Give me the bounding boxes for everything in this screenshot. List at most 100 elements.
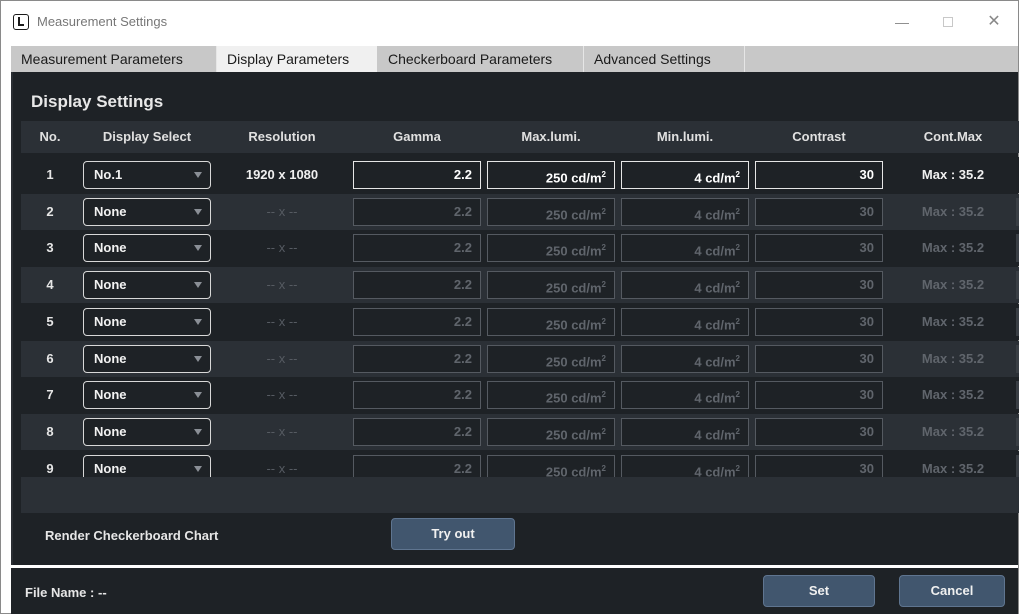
display-select-dropdown[interactable]: None xyxy=(83,307,211,336)
min-lumi-input: 4 cd/m2 xyxy=(621,234,749,263)
window-title: Measurement Settings xyxy=(37,14,168,29)
unit-exponent: 2 xyxy=(601,280,606,290)
col-header-no: No. xyxy=(39,129,61,144)
unit-label: cd/m xyxy=(571,280,602,296)
row-number: 8 xyxy=(46,423,54,439)
display-select-dropdown[interactable]: None xyxy=(83,234,211,263)
min-lumi-input: 4 cd/m2 xyxy=(621,381,749,410)
maximize-button[interactable] xyxy=(933,9,963,35)
min-lumi-input[interactable]: 4 cd/m2 xyxy=(621,161,749,189)
display-select-dropdown[interactable]: None xyxy=(83,381,211,410)
row-number: 2 xyxy=(46,203,54,219)
tab-advanced-settings[interactable]: Advanced Settings xyxy=(584,46,744,72)
measurement-settings-window: Measurement Settings — ✕ Measurement Par… xyxy=(0,0,1019,614)
footer-bar: File Name : -- Set Cancel xyxy=(11,568,1018,614)
unit-exponent: 2 xyxy=(601,463,606,473)
contrast-input: 30 xyxy=(755,307,883,336)
gamma-input[interactable]: 2.2 xyxy=(353,161,481,189)
min-lumi-value: 4 xyxy=(694,427,702,443)
max-lumi-value: 250 xyxy=(545,280,568,296)
unit-label: cd/m xyxy=(705,280,736,296)
max-lumi-value: 250 xyxy=(545,390,568,406)
display-select-value: None xyxy=(94,350,127,366)
contrast-input[interactable]: 30 xyxy=(755,161,883,189)
unit-label: cd/m xyxy=(705,353,736,369)
max-lumi-value: 250 xyxy=(545,243,568,259)
display-select-value: None xyxy=(94,277,127,293)
cont-max-value: Max : 35.2 xyxy=(921,387,985,403)
max-lumi-value: 250 xyxy=(545,207,568,223)
dropdown-arrow-icon xyxy=(194,392,202,399)
unit-exponent: 2 xyxy=(735,280,740,290)
unit-exponent: 2 xyxy=(735,463,740,473)
row-number: 5 xyxy=(46,313,54,329)
tab-measurement-parameters[interactable]: Measurement Parameters xyxy=(11,46,216,72)
unit-exponent: 2 xyxy=(601,316,606,326)
unit-label: cd/m xyxy=(571,317,602,333)
display-select-dropdown[interactable]: None xyxy=(83,344,211,373)
gamma-input: 2.2 xyxy=(353,307,481,336)
contrast-input: 30 xyxy=(755,197,883,226)
min-lumi-input: 4 cd/m2 xyxy=(621,197,749,226)
unit-label: cd/m xyxy=(705,390,736,406)
display-select-dropdown[interactable]: No.1 xyxy=(83,161,211,189)
unit-exponent: 2 xyxy=(735,206,740,216)
maximize-icon xyxy=(943,17,953,27)
dropdown-arrow-icon xyxy=(194,208,202,215)
display-select-dropdown[interactable]: None xyxy=(83,271,211,300)
max-lumi-value: 250 xyxy=(545,317,568,333)
close-button[interactable]: ✕ xyxy=(979,9,1009,35)
row-number: 7 xyxy=(46,387,54,403)
tab-display-parameters[interactable]: Display Parameters xyxy=(217,46,377,72)
section-title: Display Settings xyxy=(31,92,164,111)
file-name-value: -- xyxy=(97,585,107,600)
unit-exponent: 2 xyxy=(601,390,606,400)
unit-label: cd/m xyxy=(571,207,602,223)
max-lumi-input: 250 cd/m2 xyxy=(487,197,615,226)
display-select-dropdown[interactable]: None xyxy=(83,197,211,226)
max-lumi-value: 250 xyxy=(545,353,568,369)
max-lumi-input: 250 cd/m2 xyxy=(487,271,615,300)
cont-max-value: Max : 35.2 xyxy=(921,203,985,219)
dropdown-arrow-icon xyxy=(194,172,202,178)
table-header: No. Display Select Resolution Gamma Max.… xyxy=(21,121,1019,153)
row-number: 1 xyxy=(46,167,54,182)
min-lumi-value: 4 xyxy=(694,243,702,259)
table-row: 1 No.1 1920 x 1080 2.2 250 cd/m2 4 cd/m2 30 Max… xyxy=(21,157,1019,193)
display-select-dropdown[interactable]: None xyxy=(83,417,211,446)
tab-divider xyxy=(744,46,745,72)
resolution-value: -- x -- xyxy=(266,240,298,256)
row-number: 3 xyxy=(46,240,54,256)
col-header-display-select: Display Select xyxy=(102,129,192,144)
dropdown-arrow-icon xyxy=(194,355,202,362)
table-row: 2 None -- x -- 2.2 250 cd/m2 4 cd/m2 30 Max : 3… xyxy=(21,193,1019,230)
col-header-min-lumi: Min.lumi. xyxy=(656,129,714,144)
min-lumi-value: 4 xyxy=(694,170,702,186)
max-lumi-value: 250 xyxy=(545,427,568,443)
col-header-max-lumi: Max.lumi. xyxy=(521,129,581,144)
cont-max-value: Max : 35.2 xyxy=(921,350,985,366)
tab-bar: Measurement Parameters Display Parameter… xyxy=(11,46,1018,72)
table-row: 6 None -- x -- 2.2 250 cd/m2 4 cd/m2 30 Max : 3… xyxy=(21,340,1019,377)
max-lumi-input[interactable]: 250 cd/m2 xyxy=(487,161,615,189)
contrast-input: 30 xyxy=(755,271,883,300)
max-lumi-input: 250 cd/m2 xyxy=(487,344,615,373)
cancel-button[interactable]: Cancel xyxy=(899,575,1005,607)
unit-label: cd/m xyxy=(571,353,602,369)
min-lumi-value: 4 xyxy=(694,390,702,406)
render-checkerboard-label: Render Checkerboard Chart xyxy=(45,528,219,543)
set-button[interactable]: Set xyxy=(763,575,875,607)
tab-checkerboard-parameters[interactable]: Checkerboard Parameters xyxy=(378,46,583,72)
display-select-value: None xyxy=(94,240,127,256)
try-out-button[interactable]: Try out xyxy=(391,518,515,550)
unit-exponent: 2 xyxy=(735,353,740,363)
table-empty-row xyxy=(21,477,1019,513)
gamma-input: 2.2 xyxy=(353,234,481,263)
unit-exponent: 2 xyxy=(601,426,606,436)
resolution-value: -- x -- xyxy=(266,350,298,366)
max-lumi-input: 250 cd/m2 xyxy=(487,417,615,446)
unit-label: cd/m xyxy=(705,317,736,333)
min-lumi-value: 4 xyxy=(694,353,702,369)
unit-exponent: 2 xyxy=(601,206,606,216)
minimize-button[interactable]: — xyxy=(887,9,917,35)
